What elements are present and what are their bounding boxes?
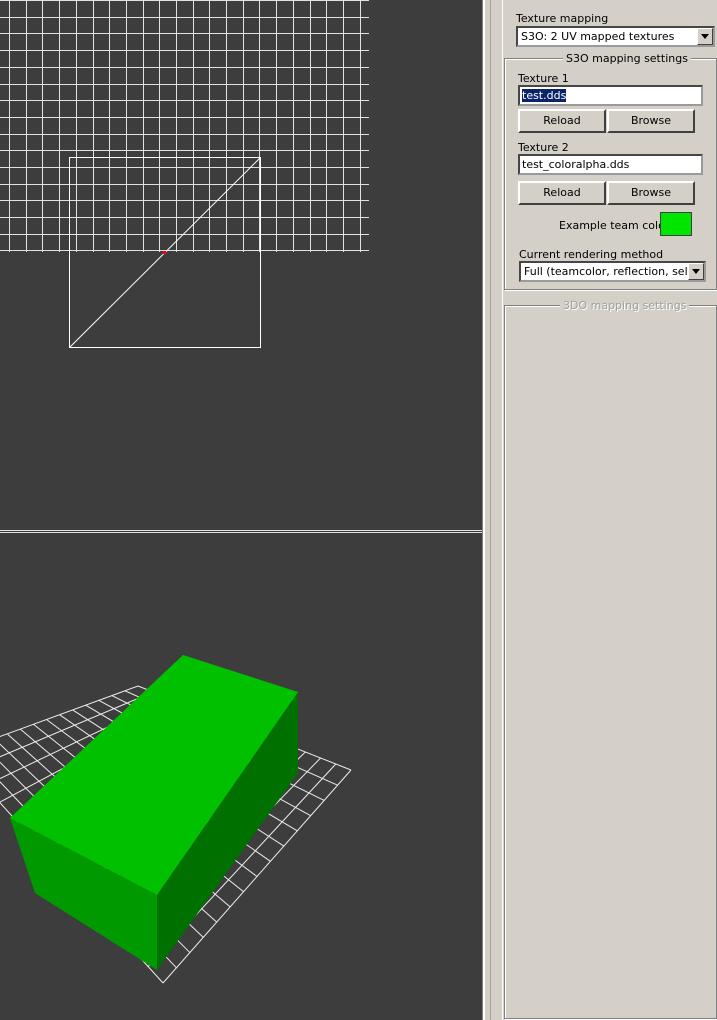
- team-color-swatch[interactable]: [660, 212, 692, 236]
- panel-splitter[interactable]: [482, 0, 502, 1020]
- texture1-value: test.dds: [522, 89, 567, 102]
- splitter-edge: [482, 0, 485, 1020]
- uv-map-viewport[interactable]: [0, 0, 482, 530]
- texture1-input[interactable]: test.dds: [518, 85, 703, 106]
- uv-grid: [0, 0, 369, 252]
- panel-edge: [502, 0, 503, 1020]
- 3d-perspective-viewport[interactable]: [0, 533, 482, 1020]
- splitter-edge: [490, 0, 491, 1020]
- texture2-label: Texture 2: [518, 141, 569, 154]
- rendering-method-label: Current rendering method: [519, 248, 664, 261]
- 3do-mapping-group: [504, 305, 717, 1019]
- 3do-group-title: 3DO mapping settings: [560, 299, 690, 312]
- texture-mapping-label: Texture mapping: [516, 12, 609, 25]
- chevron-down-icon[interactable]: [697, 28, 713, 45]
- 3d-model-canvas[interactable]: [0, 533, 482, 1020]
- settings-panel: Texture mapping S3O: 2 UV mapped texture…: [502, 0, 717, 1020]
- texture1-reload-button[interactable]: Reload: [518, 109, 606, 133]
- texture-mapping-value: S3O: 2 UV mapped textures: [521, 30, 675, 43]
- texture2-reload-button[interactable]: Reload: [518, 181, 606, 205]
- uv-map-canvas[interactable]: [0, 0, 482, 530]
- chevron-down-icon[interactable]: [688, 263, 704, 280]
- rendering-method-select[interactable]: Full (teamcolor, reflection, self-illumi…: [519, 261, 706, 282]
- s3o-group-title: S3O mapping settings: [563, 52, 691, 65]
- team-color-label: Example team color:: [559, 219, 673, 232]
- texture1-browse-button[interactable]: Browse: [607, 109, 695, 133]
- uv-center-marker: [163, 251, 166, 254]
- texture2-value: test_coloralpha.dds: [522, 158, 630, 171]
- texture-mapping-select[interactable]: S3O: 2 UV mapped textures: [516, 26, 715, 47]
- texture2-browse-button[interactable]: Browse: [607, 181, 695, 205]
- texture1-label: Texture 1: [518, 72, 569, 85]
- texture2-input[interactable]: test_coloralpha.dds: [518, 154, 703, 175]
- rendering-method-value: Full (teamcolor, reflection, self-illumi…: [524, 265, 704, 278]
